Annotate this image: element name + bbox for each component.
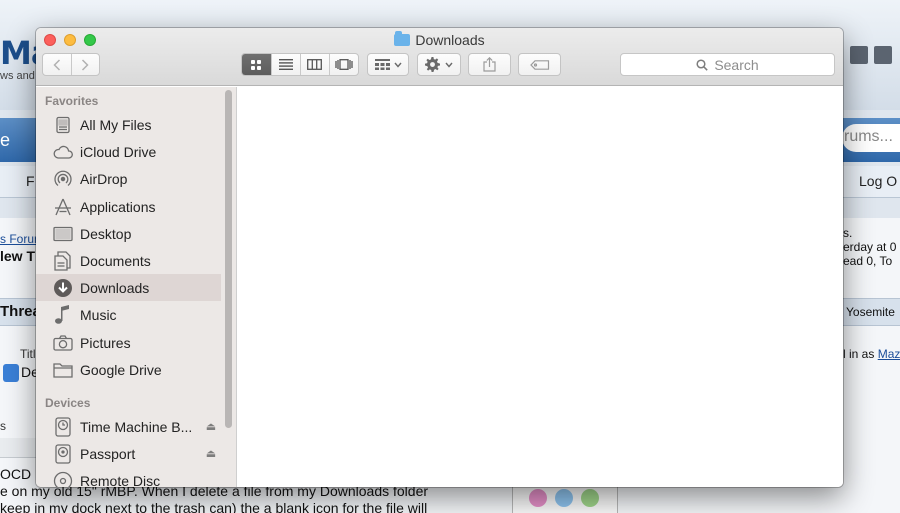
bg-smiley-icon[interactable] [581, 489, 599, 507]
back-button[interactable] [43, 54, 71, 75]
documents-icon [53, 250, 73, 271]
share-button[interactable] [468, 53, 511, 76]
sidebar-item-all-my-files[interactable]: All My Files [36, 111, 221, 138]
list-view-icon [278, 59, 293, 70]
window-title: Downloads [36, 31, 843, 48]
title-bar[interactable]: Downloads Search [36, 28, 843, 86]
column-view-button[interactable] [299, 54, 329, 75]
sidebar-item-desktop[interactable]: Desktop [36, 220, 221, 247]
coverflow-view-icon [335, 59, 353, 70]
icon-view-button[interactable] [242, 54, 271, 75]
bg-thread-header: Threa [0, 303, 41, 320]
disc-icon [53, 471, 73, 487]
forward-button[interactable] [70, 54, 99, 75]
gear-icon [425, 57, 440, 72]
bg-yosemite-label: Yosemite [846, 305, 895, 319]
bg-smilies [512, 487, 618, 513]
bg-rss-icon[interactable] [850, 46, 868, 64]
sidebar-item-documents[interactable]: Documents [36, 247, 221, 274]
chevron-right-icon [82, 58, 90, 71]
bg-subnav-item[interactable]: F [26, 173, 35, 189]
sidebar-item-google-drive[interactable]: Google Drive [36, 356, 221, 383]
downloads-icon [53, 278, 73, 298]
bg-thread-info: s. erday at 0 ead 0, To [843, 226, 897, 268]
chevron-down-icon [445, 62, 453, 68]
edit-tags-button[interactable] [518, 53, 561, 76]
list-view-button[interactable] [270, 54, 300, 75]
bg-username-link[interactable]: Maz [878, 347, 900, 361]
bg-social-icons [850, 46, 892, 64]
bg-tagline: ws and [0, 70, 35, 82]
finder-window: Downloads Search Favorites All My Files … [36, 28, 843, 487]
eject-icon[interactable]: ⏏ [204, 447, 218, 460]
chevron-down-icon [393, 62, 402, 68]
sidebar-item-remote-disc[interactable]: Remote Disc [36, 467, 221, 487]
bg-title-label: Titl [20, 347, 36, 361]
back-forward-group [42, 53, 100, 76]
search-placeholder: Search [714, 56, 759, 73]
bg-new-thread-heading: lew T [0, 248, 36, 264]
search-field[interactable]: Search [620, 53, 835, 76]
eject-icon[interactable]: ⏏ [204, 420, 218, 433]
chevron-left-icon [53, 58, 61, 71]
desktop-icon [53, 224, 73, 244]
arrange-button[interactable] [367, 53, 409, 76]
sidebar-item-time-machine[interactable]: Time Machine B... ⏏ [36, 413, 221, 440]
folder-icon [53, 360, 73, 380]
bg-social-icon[interactable] [874, 46, 892, 64]
sidebar-item-airdrop[interactable]: AirDrop [36, 165, 221, 192]
column-view-icon [307, 59, 323, 70]
sidebar-item-passport[interactable]: Passport ⏏ [36, 440, 221, 467]
bg-prefix-select[interactable] [3, 364, 19, 382]
devices-header: Devices [45, 396, 91, 410]
folder-icon [394, 31, 411, 46]
airdrop-icon [53, 169, 73, 189]
bg-logout-link[interactable]: Log O [859, 173, 897, 189]
arrange-grid-icon [374, 59, 390, 70]
all-my-files-icon [53, 115, 73, 135]
icon-view-icon [251, 59, 262, 70]
sidebar-scrollbar[interactable] [225, 90, 232, 428]
sidebar-item-pictures[interactable]: Pictures [36, 329, 221, 356]
time-machine-icon [53, 416, 73, 437]
cloud-icon [53, 142, 73, 162]
sidebar-item-icloud-drive[interactable]: iCloud Drive [36, 138, 221, 165]
sidebar-item-music[interactable]: Music [36, 301, 221, 328]
search-icon [696, 58, 709, 71]
bg-smiley-icon[interactable] [529, 489, 547, 507]
music-icon [53, 304, 73, 325]
file-browser-area[interactable] [238, 87, 843, 487]
bg-smiley-icon[interactable] [555, 489, 573, 507]
bg-nav-item[interactable]: e [0, 130, 10, 151]
favorites-header: Favorites [45, 94, 99, 108]
bg-logged-in: l in as Maz [843, 347, 900, 361]
bg-s-label: s [0, 419, 6, 433]
bg-search-input[interactable]: rums... [842, 124, 900, 152]
tag-icon [529, 59, 549, 70]
action-button[interactable] [417, 53, 461, 76]
disk-icon [53, 443, 73, 464]
coverflow-view-button[interactable] [328, 54, 358, 75]
camera-icon [53, 333, 73, 353]
sidebar: Favorites All My Files iCloud Drive AirD… [36, 87, 237, 487]
sidebar-item-applications[interactable]: Applications [36, 193, 221, 220]
applications-icon [53, 197, 73, 217]
share-icon [483, 57, 496, 72]
sidebar-item-downloads[interactable]: Downloads [36, 274, 221, 301]
view-mode-group [241, 53, 359, 76]
